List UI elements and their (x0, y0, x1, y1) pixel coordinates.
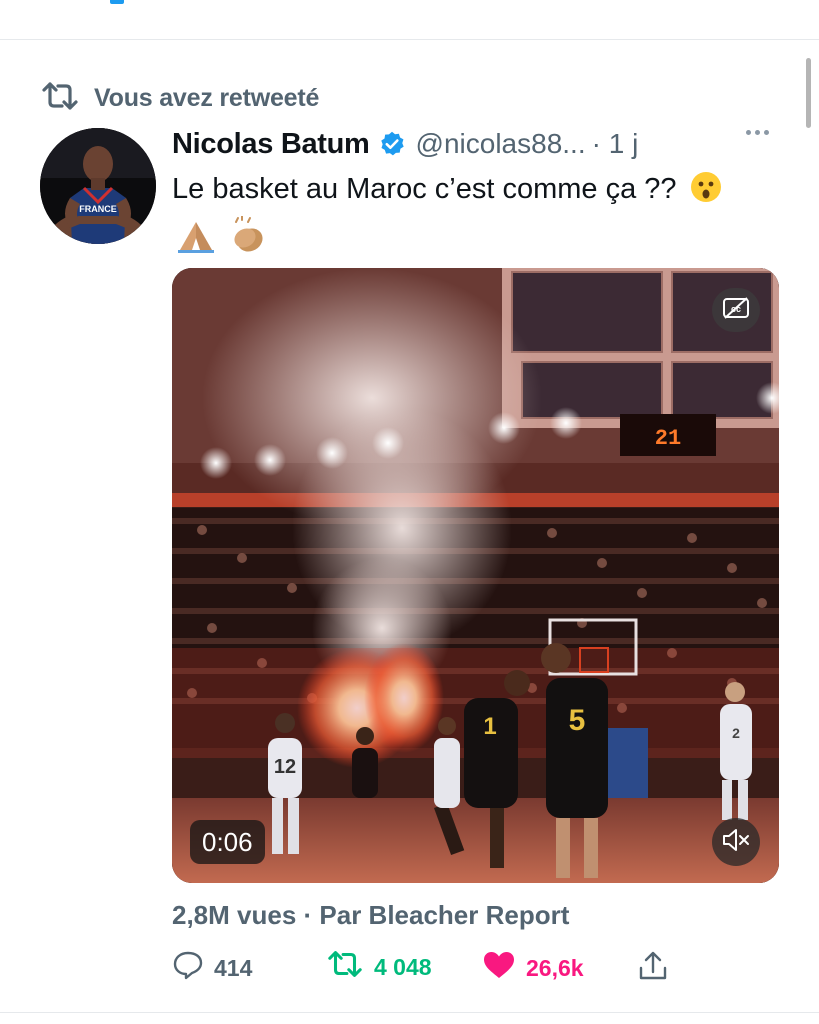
divider (0, 39, 819, 40)
more-options-icon[interactable] (746, 130, 769, 135)
top-tab-indicator (110, 0, 124, 4)
folded-hands-emoji-icon (176, 218, 216, 266)
tweet-actions: 414 4 048 26,6k (172, 950, 692, 990)
astonished-face-emoji-icon (689, 170, 723, 216)
divider (0, 1012, 819, 1013)
scrollbar[interactable] (806, 58, 811, 128)
avatar-jersey-text: FRANCE (79, 204, 117, 214)
retweet-context: Vous avez retweeté (40, 82, 319, 115)
retweet-button[interactable]: 4 048 (326, 950, 432, 984)
author-name[interactable]: Nicolas Batum (172, 128, 370, 161)
video-player[interactable]: 21 12 1 5 2 0:06 (172, 268, 779, 883)
author-avatar[interactable]: FRANCE (40, 128, 156, 244)
clapping-hands-emoji-icon (228, 215, 268, 266)
like-button[interactable]: 26,6k (482, 950, 584, 986)
tweet-text: Le basket au Maroc c’est comme ça ?? (172, 173, 677, 205)
retweet-active-icon (326, 950, 364, 984)
video-frame: 21 12 1 5 2 (172, 268, 779, 883)
player-number-12: 12 (274, 756, 296, 778)
reply-button[interactable]: 414 (172, 950, 252, 986)
retweet-icon (40, 82, 80, 115)
mute-button[interactable] (712, 818, 760, 866)
player-number-5: 5 (569, 704, 586, 737)
closed-captions-button[interactable]: cc (712, 288, 760, 332)
share-button[interactable] (638, 950, 668, 988)
tweet-timestamp[interactable]: · 1 j (592, 128, 639, 160)
video-duration: 0:06 (190, 820, 265, 864)
views-attribution: 2,8M vues · Par Bleacher Report (172, 900, 570, 930)
share-icon (638, 950, 668, 988)
player-number-2: 2 (732, 725, 740, 741)
volume-muted-icon (721, 827, 751, 858)
author-handle[interactable]: @nicolas88... (416, 128, 586, 160)
closed-captions-icon: cc (722, 296, 750, 325)
retweet-count: 4 048 (374, 953, 432, 980)
verified-badge-icon (378, 130, 406, 158)
like-count: 26,6k (526, 954, 584, 981)
player-number-1: 1 (483, 713, 496, 740)
tweet-body: Le basket au Maroc c’est comme ça ?? (172, 168, 772, 266)
retweet-context-label: Vous avez retweeté (94, 84, 320, 112)
scoreboard-digits: 21 (655, 426, 681, 451)
reply-icon (172, 950, 204, 986)
tweet-header: Nicolas Batum @nicolas88... · 1 j (172, 124, 792, 164)
reply-count: 414 (214, 954, 253, 981)
heart-filled-icon (482, 950, 516, 986)
